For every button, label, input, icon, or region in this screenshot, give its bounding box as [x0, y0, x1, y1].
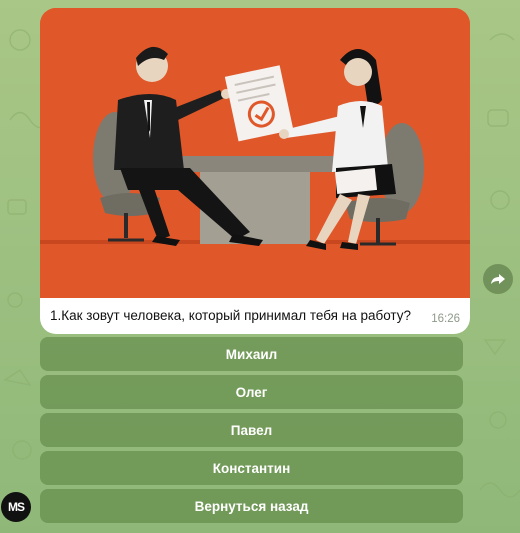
message-timestamp: 16:26 [431, 313, 460, 325]
answer-button-konstantin[interactable]: Константин [40, 451, 463, 485]
illustration-svg [40, 8, 470, 298]
share-button[interactable] [483, 264, 513, 294]
message-caption: 1.Как зовут человека, который принимал т… [40, 298, 470, 334]
answer-button-mikhail[interactable]: Михаил [40, 337, 463, 371]
bot-avatar[interactable]: МS [1, 492, 31, 522]
back-button[interactable]: Вернуться назад [40, 489, 463, 523]
share-arrow-icon [491, 274, 505, 284]
message-bubble: 1.Как зовут человека, который принимал т… [40, 8, 470, 334]
answer-button-oleg[interactable]: Олег [40, 375, 463, 409]
inline-keyboard: Михаил Олег Павел Константин Вернуться н… [40, 337, 463, 527]
avatar-initials: МS [8, 500, 25, 514]
answer-button-pavel[interactable]: Павел [40, 413, 463, 447]
question-text: 1.Как зовут человека, который принимал т… [50, 308, 411, 323]
interview-illustration[interactable] [40, 8, 470, 298]
